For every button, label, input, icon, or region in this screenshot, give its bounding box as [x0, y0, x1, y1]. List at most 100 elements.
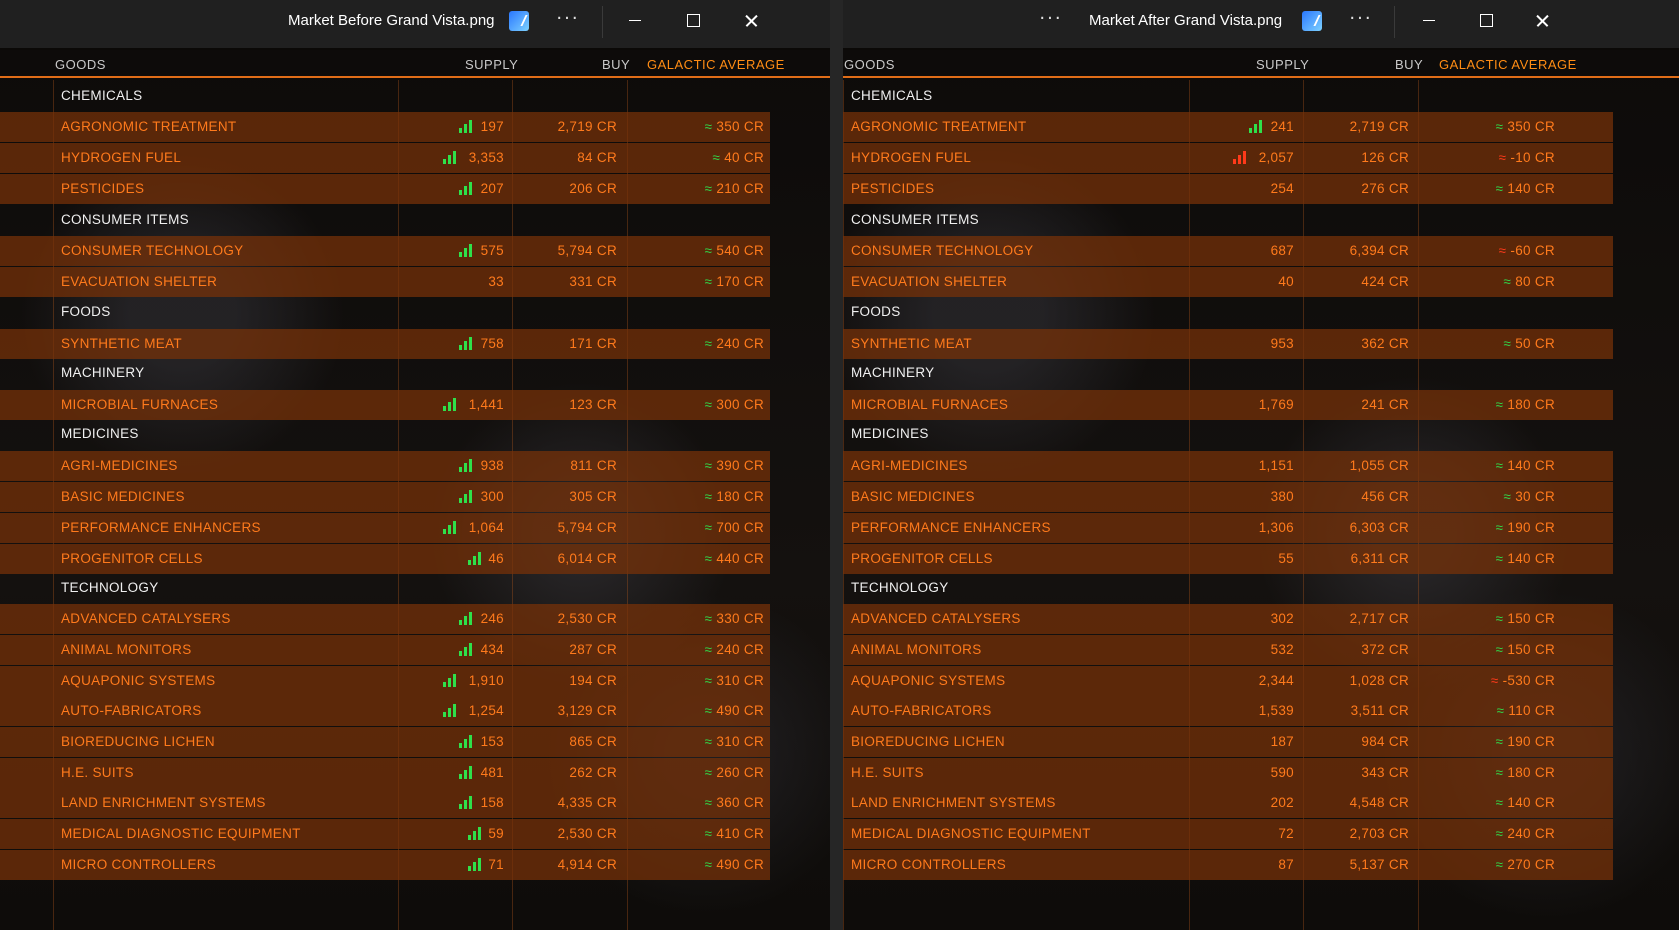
commodity-name: CONSUMER TECHNOLOGY	[61, 243, 244, 258]
buy-price: 287 CR	[569, 642, 617, 657]
category-name: TECHNOLOGY	[851, 580, 949, 595]
commodity-row[interactable]: LAND ENRICHMENT SYSTEMS 202 4,548 CR ≈ 140 …	[843, 788, 1613, 818]
commodity-row[interactable]: MEDICAL DIAGNOSTIC EQUIPMENT 72 2,703 CR ≈ …	[843, 819, 1613, 849]
commodity-row[interactable]: BASIC MEDICINES 380 456 CR ≈ 30 CR	[843, 482, 1613, 512]
commodity-row[interactable]: EVACUATION SHELTER 33 331 CR ≈ 170 CR	[0, 267, 770, 297]
commodity-row[interactable]: MICROBIAL FURNACES 1,769 241 CR ≈ 180 CR	[843, 390, 1613, 420]
commodity-row[interactable]: ADVANCED CATALYSERS 246 2,530 CR ≈ 330 CR	[0, 604, 770, 634]
supply-value: 575	[480, 243, 504, 258]
more-options-icon[interactable]: ···	[548, 0, 588, 42]
category-name: FOODS	[851, 304, 901, 319]
buy-price: 5,794 CR	[557, 243, 617, 258]
supply-value: 953	[1270, 336, 1294, 351]
category-name: FOODS	[61, 304, 111, 319]
supply-value: 72	[1278, 826, 1294, 841]
supply-value: 2,344	[1258, 673, 1294, 688]
commodity-row[interactable]: MICROBIAL FURNACES 1,441 123 CR ≈ 300 CR	[0, 390, 770, 420]
minimize-button[interactable]	[1400, 0, 1458, 42]
commodity-name: EVACUATION SHELTER	[851, 274, 1008, 289]
commodity-row[interactable]: AGRONOMIC TREATMENT 197 2,719 CR ≈ 350 CR	[0, 112, 770, 142]
commodity-row[interactable]: PROGENITOR CELLS 46 6,014 CR ≈ 440 CR	[0, 544, 770, 574]
commodity-row[interactable]: LAND ENRICHMENT SYSTEMS 158 4,335 CR ≈ 360 …	[0, 788, 770, 818]
category-row: CONSUMER ITEMS	[0, 206, 770, 236]
commodity-row[interactable]: CONSUMER TECHNOLOGY 575 5,794 CR ≈ 540 CR	[0, 236, 770, 266]
commodity-row[interactable]: CONSUMER TECHNOLOGY 687 6,394 CR ≈ -60 CR	[843, 236, 1613, 266]
average-diff-value: ≈ 190 CR	[1495, 520, 1555, 535]
maximize-button[interactable]	[664, 0, 722, 42]
commodity-row[interactable]: PESTICIDES 207 206 CR ≈ 210 CR	[0, 174, 770, 204]
galactic-average-price: ≈ 150 CR	[1496, 611, 1555, 626]
buy-price: 194 CR	[569, 673, 617, 688]
category-name: MEDICINES	[851, 426, 929, 441]
average-diff-value: ≈ 540 CR	[704, 243, 764, 258]
category-row: CONSUMER ITEMS	[843, 206, 1613, 236]
supply-value: 246	[480, 611, 504, 626]
commodity-row[interactable]: H.E. SUITS 590 343 CR ≈ 180 CR	[843, 758, 1613, 788]
commodity-row[interactable]: EVACUATION SHELTER 40 424 CR ≈ 80 CR	[843, 267, 1613, 297]
commodity-row[interactable]: SYNTHETIC MEAT 953 362 CR ≈ 50 CR	[843, 329, 1613, 359]
galactic-average-price: ≈ 540 CR	[705, 243, 764, 258]
commodity-name: AGRONOMIC TREATMENT	[61, 119, 237, 134]
commodity-row[interactable]: AQUAPONIC SYSTEMS 1,910 194 CR ≈ 310 CR	[0, 666, 770, 696]
average-diff-value: ≈ 700 CR	[704, 520, 764, 535]
commodity-row[interactable]: MICRO CONTROLLERS 87 5,137 CR ≈ 270 CR	[843, 850, 1613, 880]
buy-price: 2,719 CR	[557, 119, 617, 134]
more-options-icon[interactable]: ···	[1341, 0, 1381, 42]
titlebar-separator	[602, 6, 603, 38]
commodity-row[interactable]: AUTO-FABRICATORS 1,539 3,511 CR ≈ 110 CR	[843, 696, 1613, 726]
commodity-row[interactable]: ANIMAL MONITORS 532 372 CR ≈ 150 CR	[843, 635, 1613, 665]
supply-value: 1,064	[468, 520, 504, 535]
commodity-row[interactable]: HYDROGEN FUEL 3,353 84 CR ≈ 40 CR	[0, 143, 770, 173]
commodity-row[interactable]: SYNTHETIC MEAT 758 171 CR ≈ 240 CR	[0, 329, 770, 359]
supply-level-icon	[459, 611, 473, 625]
buy-price: 2,530 CR	[557, 826, 617, 841]
average-diff-value: ≈ -530 CR	[1490, 673, 1555, 688]
supply-level-icon	[443, 397, 457, 411]
commodity-row[interactable]: BIOREDUCING LICHEN 187 984 CR ≈ 190 CR	[843, 727, 1613, 757]
commodity-row[interactable]: BASIC MEDICINES 300 305 CR ≈ 180 CR	[0, 482, 770, 512]
maximize-button[interactable]	[1457, 0, 1515, 42]
category-row: TECHNOLOGY	[0, 574, 770, 604]
buy-price: 456 CR	[1361, 489, 1409, 504]
category-name: TECHNOLOGY	[61, 580, 159, 595]
supply-value: 2,057	[1258, 150, 1294, 165]
commodity-name: PROGENITOR CELLS	[851, 551, 993, 566]
average-diff-value: ≈ 140 CR	[1495, 795, 1555, 810]
commodity-row[interactable]: ANIMAL MONITORS 434 287 CR ≈ 240 CR	[0, 635, 770, 665]
galactic-average-price: ≈ 170 CR	[705, 274, 764, 289]
commodity-row[interactable]: BIOREDUCING LICHEN 153 865 CR ≈ 310 CR	[0, 727, 770, 757]
close-button[interactable]	[1513, 0, 1571, 42]
buy-price: 241 CR	[1361, 397, 1409, 412]
supply-level-icon	[459, 243, 473, 257]
commodity-row[interactable]: PESTICIDES 254 276 CR ≈ 140 CR	[843, 174, 1613, 204]
commodity-row[interactable]: H.E. SUITS 481 262 CR ≈ 260 CR	[0, 758, 770, 788]
titlebar: Market Before Grand Vista.png ···	[0, 0, 830, 48]
galactic-average-price: ≈ 700 CR	[705, 520, 764, 535]
commodity-row[interactable]: PERFORMANCE ENHANCERS 1,306 6,303 CR ≈ 190 …	[843, 513, 1613, 543]
average-diff-value: ≈ 140 CR	[1495, 458, 1555, 473]
commodity-row[interactable]: AGRI-MEDICINES 1,151 1,055 CR ≈ 140 CR	[843, 451, 1613, 481]
commodity-row[interactable]: PERFORMANCE ENHANCERS 1,064 5,794 CR ≈ 700 …	[0, 513, 770, 543]
galactic-average-price: ≈ 140 CR	[1496, 181, 1555, 196]
commodity-row[interactable]: PROGENITOR CELLS 55 6,311 CR ≈ 140 CR	[843, 544, 1613, 574]
supply-value: 1,306	[1258, 520, 1294, 535]
commodity-row[interactable]: AQUAPONIC SYSTEMS 2,344 1,028 CR ≈ -530 CR	[843, 666, 1613, 696]
galactic-average-price: ≈ 390 CR	[705, 458, 764, 473]
supply-value: 532	[1270, 642, 1294, 657]
commodity-row[interactable]: AGRI-MEDICINES 938 811 CR ≈ 390 CR	[0, 451, 770, 481]
close-button[interactable]	[722, 0, 780, 42]
supply-value: 254	[1270, 181, 1294, 196]
buy-price: 331 CR	[569, 274, 617, 289]
commodity-row[interactable]: HYDROGEN FUEL 2,057 126 CR ≈ -10 CR	[843, 143, 1613, 173]
commodity-row[interactable]: MEDICAL DIAGNOSTIC EQUIPMENT 59 2,530 CR ≈ …	[0, 819, 770, 849]
minimize-button[interactable]	[606, 0, 664, 42]
supply-level-icon	[467, 551, 482, 565]
average-diff-value: ≈ -60 CR	[1498, 243, 1555, 258]
category-row: FOODS	[843, 298, 1613, 328]
commodity-row[interactable]: MICRO CONTROLLERS 71 4,914 CR ≈ 490 CR	[0, 850, 770, 880]
commodity-row[interactable]: AGRONOMIC TREATMENT 241 2,719 CR ≈ 350 CR	[843, 112, 1613, 142]
buy-price: 362 CR	[1361, 336, 1409, 351]
commodity-row[interactable]: AUTO-FABRICATORS 1,254 3,129 CR ≈ 490 CR	[0, 696, 770, 726]
more-options-icon[interactable]: ···	[1031, 0, 1071, 42]
commodity-row[interactable]: ADVANCED CATALYSERS 302 2,717 CR ≈ 150 CR	[843, 604, 1613, 634]
